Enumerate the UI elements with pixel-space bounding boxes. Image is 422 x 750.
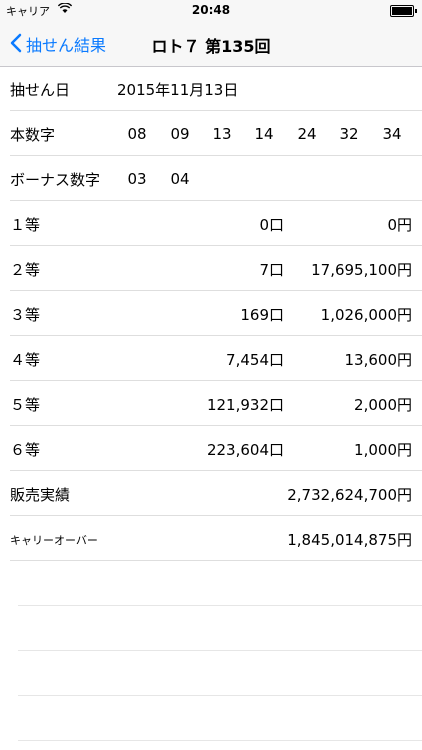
prize-amount: 17,695,100円 bbox=[311, 261, 412, 279]
main-number: 34 bbox=[382, 125, 402, 143]
battery-icon bbox=[390, 5, 417, 17]
prize-rank: ３等 bbox=[10, 306, 41, 324]
sales-value: 2,732,624,700円 bbox=[287, 486, 412, 504]
clock: 20:48 bbox=[191, 3, 231, 17]
main-number: 32 bbox=[339, 125, 359, 143]
main-number: 09 bbox=[170, 125, 190, 143]
sales-row: 販売実績 2,732,624,700円 bbox=[10, 471, 422, 516]
empty-row bbox=[18, 696, 422, 741]
draw-date-row: 抽せん日 2015年11月13日 bbox=[10, 66, 422, 111]
carryover-label: キャリーオーバー bbox=[10, 534, 98, 547]
bonus-number: 04 bbox=[170, 170, 190, 188]
carryover-value: 1,845,014,875円 bbox=[287, 531, 412, 549]
prize-count: 7口 bbox=[259, 261, 284, 279]
prize-row: １等 0口 0円 bbox=[10, 201, 422, 246]
bonus-numbers-label: ボーナス数字 bbox=[10, 171, 101, 189]
prize-row: ３等 169口 1,026,000円 bbox=[10, 291, 422, 336]
main-number: 14 bbox=[254, 125, 274, 143]
prize-rank: ４等 bbox=[10, 351, 41, 369]
prize-rank: ５等 bbox=[10, 396, 41, 414]
main-number: 08 bbox=[127, 125, 147, 143]
prize-row: ４等 7,454口 13,600円 bbox=[10, 336, 422, 381]
prize-row: ２等 7口 17,695,100円 bbox=[10, 246, 422, 291]
prize-rank: ６等 bbox=[10, 441, 41, 459]
empty-row bbox=[18, 606, 422, 651]
main-numbers-row: 本数字 08 09 13 14 24 32 34 bbox=[10, 111, 422, 156]
carryover-row: キャリーオーバー 1,845,014,875円 bbox=[10, 516, 422, 561]
prize-row: ５等 121,932口 2,000円 bbox=[10, 381, 422, 426]
prize-amount: 13,600円 bbox=[344, 351, 413, 369]
main-numbers-label: 本数字 bbox=[10, 126, 56, 144]
bonus-number: 03 bbox=[127, 170, 147, 188]
prize-rank: ２等 bbox=[10, 261, 41, 279]
sales-label: 販売実績 bbox=[10, 486, 71, 504]
prize-amount: 2,000円 bbox=[354, 396, 412, 414]
main-number: 24 bbox=[297, 125, 317, 143]
navigation-bar: 抽せん結果 ロト７ 第135回 bbox=[0, 20, 422, 67]
prize-row: ６等 223,604口 1,000円 bbox=[10, 426, 422, 471]
prize-count: 121,932口 bbox=[206, 396, 284, 414]
draw-date-label: 抽せん日 bbox=[10, 81, 71, 99]
main-number: 13 bbox=[212, 125, 232, 143]
prize-amount: 1,026,000円 bbox=[320, 306, 412, 324]
page-title: ロト７ 第135回 bbox=[151, 37, 271, 56]
prize-count: 169口 bbox=[240, 306, 284, 324]
result-table: 抽せん日 2015年11月13日 本数字 08 09 13 14 24 32 3… bbox=[0, 66, 422, 741]
prize-amount: 1,000円 bbox=[354, 441, 412, 459]
prize-count: 0口 bbox=[259, 216, 284, 234]
bonus-numbers-row: ボーナス数字 03 04 bbox=[10, 156, 422, 201]
prize-rank: １等 bbox=[10, 216, 41, 234]
status-bar: キャリア 20:48 bbox=[0, 0, 422, 20]
prize-amount: 0円 bbox=[387, 216, 412, 234]
prize-count: 223,604口 bbox=[206, 441, 284, 459]
prize-count: 7,454口 bbox=[226, 351, 284, 369]
draw-date-value: 2015年11月13日 bbox=[117, 81, 239, 99]
empty-row bbox=[18, 651, 422, 696]
empty-row bbox=[18, 561, 422, 606]
